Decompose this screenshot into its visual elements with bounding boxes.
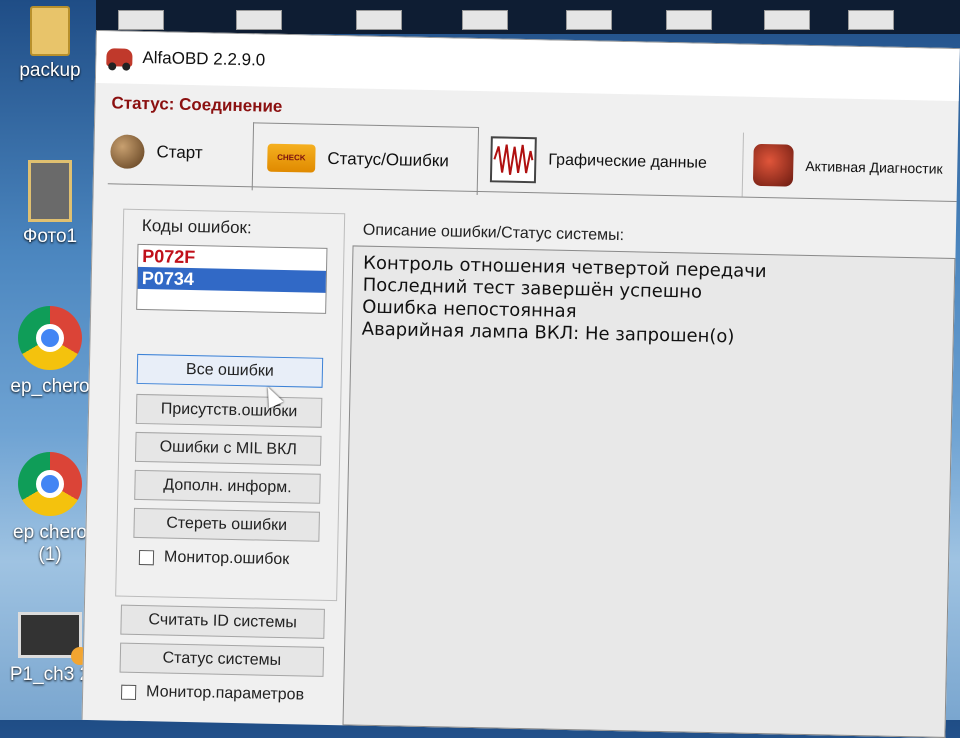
window-title: AlfaOBD 2.2.9.0 [142, 47, 266, 70]
checkbox-label: Монитор.ошибок [163, 548, 290, 569]
tab-active-diagnostics[interactable]: Активная Диагностик [741, 132, 959, 202]
window-thumbnail-icon [566, 10, 612, 30]
clear-errors-button[interactable]: Стереть ошибки [133, 507, 320, 542]
desktop-folder-packup[interactable]: packup [0, 6, 100, 82]
error-codes-list[interactable]: P072F P0734 [136, 243, 328, 314]
tab-status-errors[interactable]: CHECK Статус/Ошибки [251, 122, 480, 196]
tab-label: Статус/Ошибки [327, 148, 450, 170]
alfaobd-window: AlfaOBD 2.2.9.0 Статус: Соединение Старт… [81, 30, 960, 738]
status-errors-panel: Коды ошибок: P072F P0734 Все ошибки Прис… [96, 183, 957, 738]
mil-errors-button[interactable]: Ошибки с MIL ВКЛ [134, 431, 322, 466]
folder-icon [30, 6, 70, 56]
check-engine-icon: CHECK [267, 143, 316, 173]
desktop-icon-label: Фото1 [22, 226, 78, 247]
window-thumbnail-icon [356, 10, 402, 30]
param-monitor-checkbox[interactable]: Монитор.параметров [120, 683, 305, 705]
background-windows [96, 0, 960, 34]
window-thumbnail-icon [118, 10, 164, 30]
tab-label: Старт [156, 142, 203, 163]
error-codes-label: Коды ошибок: [139, 215, 254, 239]
list-item[interactable]: P0734 [137, 266, 327, 293]
photo-icon [28, 160, 72, 222]
chrome-icon [18, 306, 82, 370]
present-errors-button[interactable]: Присутств.ошибки [135, 393, 323, 428]
additional-info-button[interactable]: Дополн. информ. [134, 469, 321, 504]
graph-icon [489, 136, 537, 184]
car-icon [106, 48, 133, 67]
tab-label: Активная Диагностик [805, 157, 943, 177]
checkbox-label: Монитор.параметров [145, 683, 305, 704]
description-box[interactable]: Контроль отношения четвертой передачи По… [342, 245, 956, 738]
window-thumbnail-icon [236, 10, 282, 30]
right-panel: Описание ошибки/Статус системы: Контроль… [342, 189, 956, 738]
diagnostics-icon [752, 143, 794, 187]
error-monitor-checkbox[interactable]: Монитор.ошибок [138, 548, 290, 569]
video-icon [18, 612, 89, 665]
tab-start[interactable]: Старт [110, 119, 241, 186]
error-codes-group: Коды ошибок: P072F P0734 Все ошибки Прис… [115, 208, 346, 602]
desktop-photo-foto1[interactable]: Фото1 [0, 160, 100, 248]
read-system-id-button[interactable]: Считать ID системы [120, 604, 325, 639]
desktop-icon-label: packup [19, 60, 81, 81]
tab-graph-data[interactable]: Графические данные [489, 127, 731, 196]
system-status-button[interactable]: Статус системы [119, 642, 325, 677]
left-panel: Коды ошибок: P072F P0734 Все ошибки Прис… [97, 184, 354, 709]
window-thumbnail-icon [666, 10, 712, 30]
desktop-chrome-shortcut-1[interactable]: ep_chero [0, 306, 100, 398]
window-thumbnail-icon [764, 10, 810, 30]
description-label: Описание ошибки/Статус системы: [362, 221, 625, 245]
waveform-icon [493, 144, 534, 175]
checkbox-box[interactable] [120, 684, 137, 700]
desktop-icon-label: ep_chero [10, 376, 90, 397]
window-thumbnail-icon [462, 10, 508, 30]
checkbox-box[interactable] [138, 549, 155, 565]
tab-label: Графические данные [548, 151, 708, 172]
start-icon [110, 134, 145, 170]
all-errors-button[interactable]: Все ошибки [136, 353, 324, 388]
window-thumbnail-icon [848, 10, 894, 30]
chrome-icon [18, 452, 82, 516]
